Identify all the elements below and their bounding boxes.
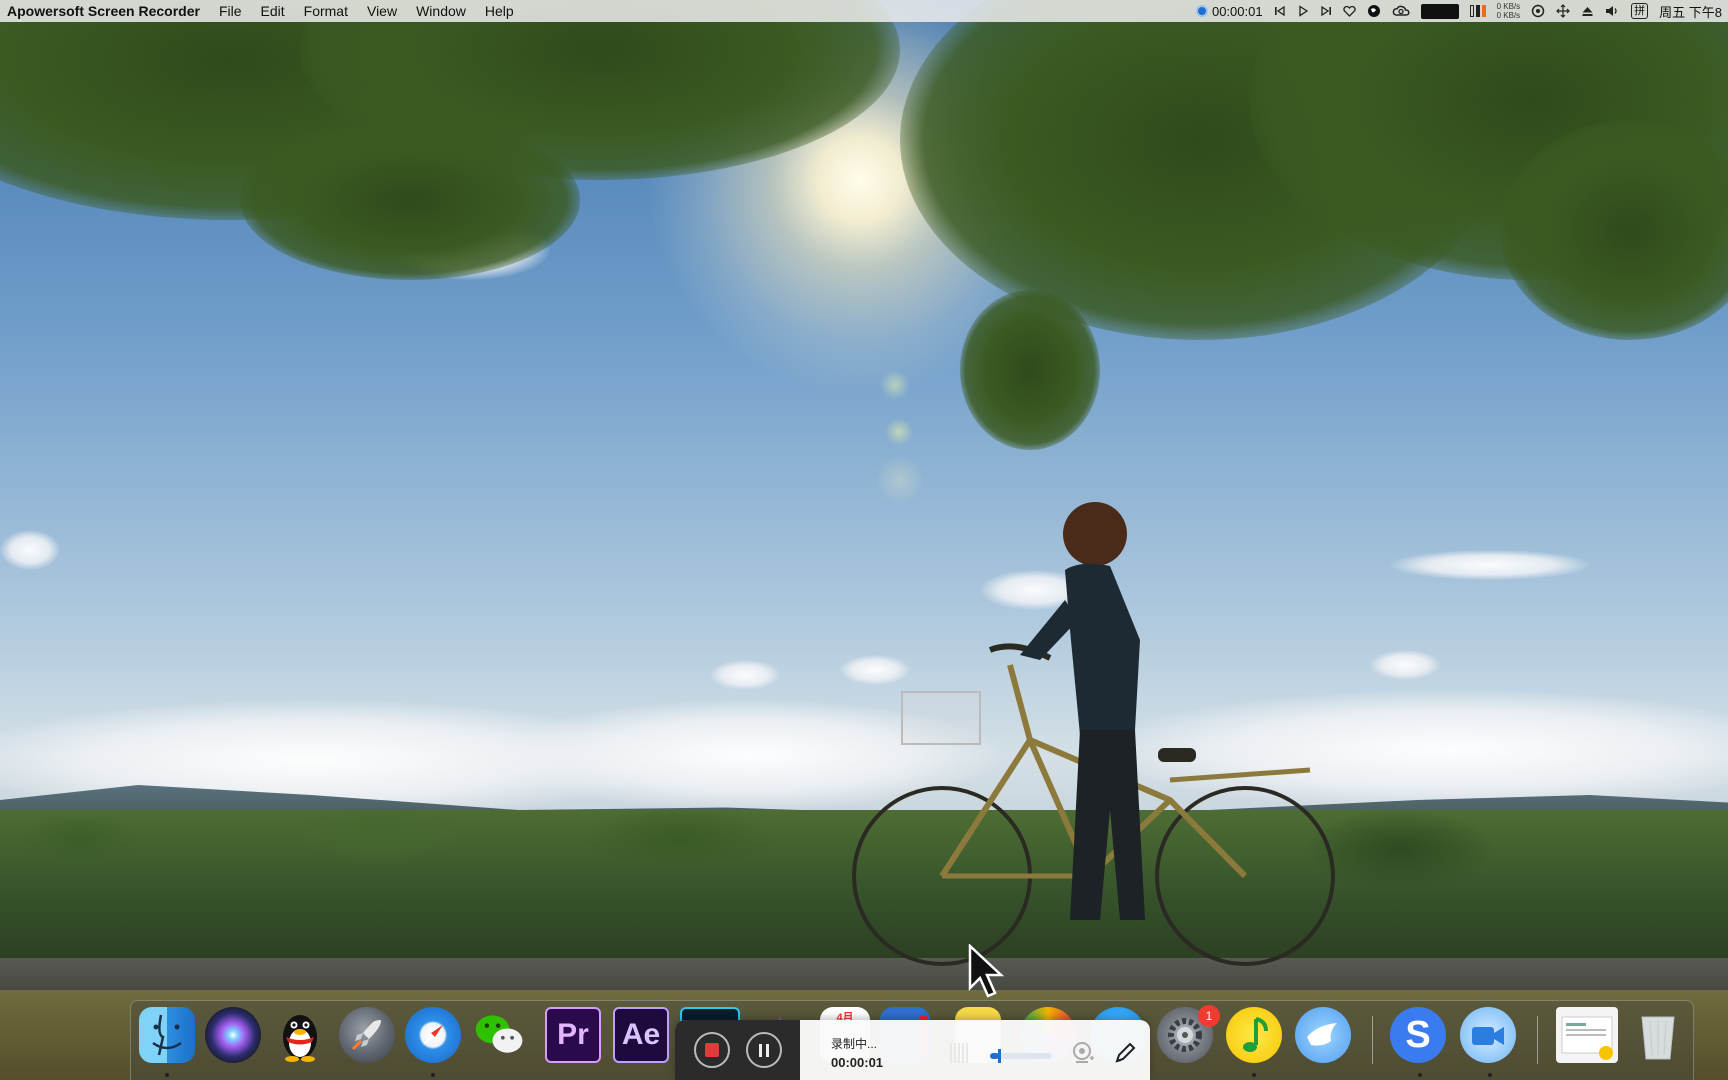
menu-edit[interactable]: Edit: [261, 3, 285, 19]
mouse-cursor-icon: [968, 944, 1005, 998]
pen-icon[interactable]: [1112, 1040, 1138, 1066]
running-indicator: [165, 1073, 169, 1077]
menu-view[interactable]: View: [367, 3, 397, 19]
cloud: [0, 530, 60, 570]
target-icon[interactable]: [1531, 4, 1545, 18]
menu-format[interactable]: Format: [304, 3, 348, 19]
audio-level-icon: [950, 1043, 968, 1063]
video-camera-icon[interactable]: [1460, 1007, 1516, 1063]
cloud: [710, 660, 780, 690]
siri-icon[interactable]: [205, 1007, 261, 1063]
net-download: 0 KB/s: [1496, 11, 1521, 20]
menu-bar: Apowersoft Screen Recorder File Edit For…: [0, 0, 1728, 22]
lens-flare: [880, 370, 910, 400]
menu-file[interactable]: File: [219, 3, 242, 19]
menu-help[interactable]: Help: [485, 3, 514, 19]
qq-penguin-icon[interactable]: [272, 1007, 328, 1063]
person-with-bicycle: [852, 502, 1335, 966]
eject-icon[interactable]: [1581, 5, 1594, 17]
wechat-icon[interactable]: [472, 1007, 528, 1063]
premiere-icon[interactable]: Pr: [545, 1007, 601, 1063]
net-upload: 0 KB/s: [1496, 2, 1521, 11]
recorder-controls: [675, 1020, 800, 1080]
input-method-indicator[interactable]: 拼: [1631, 3, 1649, 19]
bird-icon[interactable]: [1295, 1007, 1351, 1063]
dock-separator: [1537, 1016, 1538, 1064]
menubar-clock[interactable]: 周五 下午8: [1659, 2, 1722, 21]
s-icon[interactable]: S: [1390, 1007, 1446, 1063]
running-indicator: [1418, 1073, 1422, 1077]
tree-canopy: [240, 120, 580, 280]
menu-window[interactable]: Window: [416, 3, 466, 19]
recording-status: 录制中...: [831, 1037, 878, 1051]
cloud: [1390, 550, 1590, 580]
status-area: 00:00:01 0 KB/s 0 KB/s 拼 周五 下午8: [1195, 0, 1722, 22]
compass-icon[interactable]: [405, 1007, 461, 1063]
notification-badge: 1: [1198, 1005, 1220, 1027]
network-speed[interactable]: 0 KB/s 0 KB/s: [1497, 2, 1521, 20]
stop-recording-button[interactable]: [693, 1032, 730, 1068]
app-menu-name[interactable]: Apowersoft Screen Recorder: [7, 3, 200, 19]
premiere-label: Pr: [557, 1018, 589, 1051]
battery-indicator[interactable]: [1469, 5, 1486, 17]
heart-icon[interactable]: [1342, 5, 1356, 17]
finder-icon[interactable]: [139, 1007, 195, 1063]
desktop-wallpaper: [0, 0, 1728, 1080]
webcam-icon[interactable]: [1070, 1040, 1096, 1066]
next-track-icon[interactable]: [1320, 5, 1332, 17]
volume-icon[interactable]: [1605, 5, 1620, 17]
sogou-label: S: [1405, 1013, 1431, 1056]
move-icon[interactable]: [1556, 4, 1571, 18]
after-effects-icon[interactable]: Ae: [613, 1007, 669, 1063]
recording-icon: [1195, 5, 1208, 17]
running-indicator: [1488, 1073, 1492, 1077]
volume-slider[interactable]: [990, 1049, 1052, 1063]
cloud: [1370, 650, 1440, 680]
stop-icon: [704, 1043, 719, 1057]
recording-time: 00:00:01: [1211, 3, 1263, 19]
pause-recording-button[interactable]: [745, 1032, 782, 1068]
globe-icon[interactable]: [1367, 4, 1381, 18]
dock-separator: [1372, 1016, 1373, 1064]
recording-timer: 00:00:01: [831, 1055, 884, 1070]
trash-icon[interactable]: [1630, 1007, 1686, 1063]
rocket-icon[interactable]: [339, 1007, 395, 1063]
recording-indicator[interactable]: 00:00:01: [1195, 3, 1263, 19]
running-indicator: [1252, 1073, 1256, 1077]
running-indicator: [431, 1073, 435, 1077]
music-note-icon[interactable]: [1226, 1007, 1282, 1063]
play-icon[interactable]: [1297, 5, 1309, 17]
cpu-meter[interactable]: [1420, 3, 1459, 19]
after-effects-label: Ae: [621, 1018, 661, 1051]
pause-icon: [758, 1043, 769, 1057]
creative-cloud-icon[interactable]: [1392, 5, 1410, 17]
preview-icon[interactable]: [1556, 1007, 1618, 1063]
tree-canopy: [960, 290, 1100, 450]
lens-flare: [885, 418, 913, 446]
volume-knob[interactable]: [998, 1049, 1002, 1063]
previous-track-icon[interactable]: [1274, 5, 1286, 17]
